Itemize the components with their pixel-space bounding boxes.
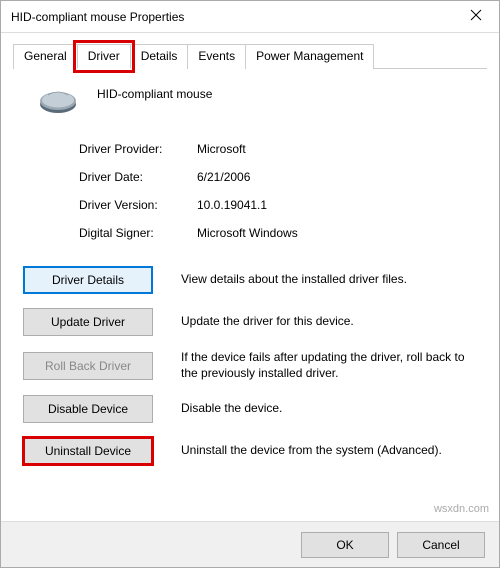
signer-value: Microsoft Windows	[197, 226, 477, 240]
signer-label: Digital Signer:	[79, 226, 197, 240]
window-title: HID-compliant mouse Properties	[11, 10, 184, 24]
mouse-icon	[37, 87, 79, 118]
uninstall-device-button[interactable]: Uninstall Device	[23, 437, 153, 465]
close-icon	[470, 9, 482, 24]
uninstall-device-desc: Uninstall the device from the system (Ad…	[181, 443, 477, 459]
dialog-footer: OK Cancel	[1, 521, 499, 567]
cancel-button[interactable]: Cancel	[397, 532, 485, 558]
tab-content: HID-compliant mouse Driver Provider: Mic…	[1, 69, 499, 465]
disable-device-button[interactable]: Disable Device	[23, 395, 153, 423]
date-label: Driver Date:	[79, 170, 197, 184]
driver-info: Driver Provider: Microsoft Driver Date: …	[79, 142, 477, 240]
roll-back-driver-button: Roll Back Driver	[23, 352, 153, 380]
device-header: HID-compliant mouse	[37, 87, 477, 118]
version-label: Driver Version:	[79, 198, 197, 212]
update-driver-desc: Update the driver for this device.	[181, 314, 477, 330]
disable-device-desc: Disable the device.	[181, 401, 477, 417]
tab-events[interactable]: Events	[187, 44, 246, 69]
titlebar: HID-compliant mouse Properties	[1, 1, 499, 33]
tab-general[interactable]: General	[13, 44, 78, 69]
action-row-disable: Disable Device Disable the device.	[23, 395, 477, 423]
ok-button[interactable]: OK	[301, 532, 389, 558]
provider-value: Microsoft	[197, 142, 477, 156]
close-button[interactable]	[453, 1, 499, 33]
tab-power-management[interactable]: Power Management	[245, 44, 374, 69]
driver-details-button[interactable]: Driver Details	[23, 266, 153, 294]
action-row-update: Update Driver Update the driver for this…	[23, 308, 477, 336]
tab-details[interactable]: Details	[130, 44, 189, 69]
roll-back-driver-desc: If the device fails after updating the d…	[181, 350, 477, 381]
device-name: HID-compliant mouse	[97, 87, 212, 101]
tab-strip: General Driver Details Events Power Mana…	[13, 43, 487, 69]
action-row-rollback: Roll Back Driver If the device fails aft…	[23, 350, 477, 381]
watermark: wsxdn.com	[434, 503, 489, 515]
version-value: 10.0.19041.1	[197, 198, 477, 212]
date-value: 6/21/2006	[197, 170, 477, 184]
action-row-uninstall: Uninstall Device Uninstall the device fr…	[23, 437, 477, 465]
tab-driver[interactable]: Driver	[77, 44, 131, 69]
action-row-details: Driver Details View details about the in…	[23, 266, 477, 294]
provider-label: Driver Provider:	[79, 142, 197, 156]
update-driver-button[interactable]: Update Driver	[23, 308, 153, 336]
driver-details-desc: View details about the installed driver …	[181, 272, 477, 288]
